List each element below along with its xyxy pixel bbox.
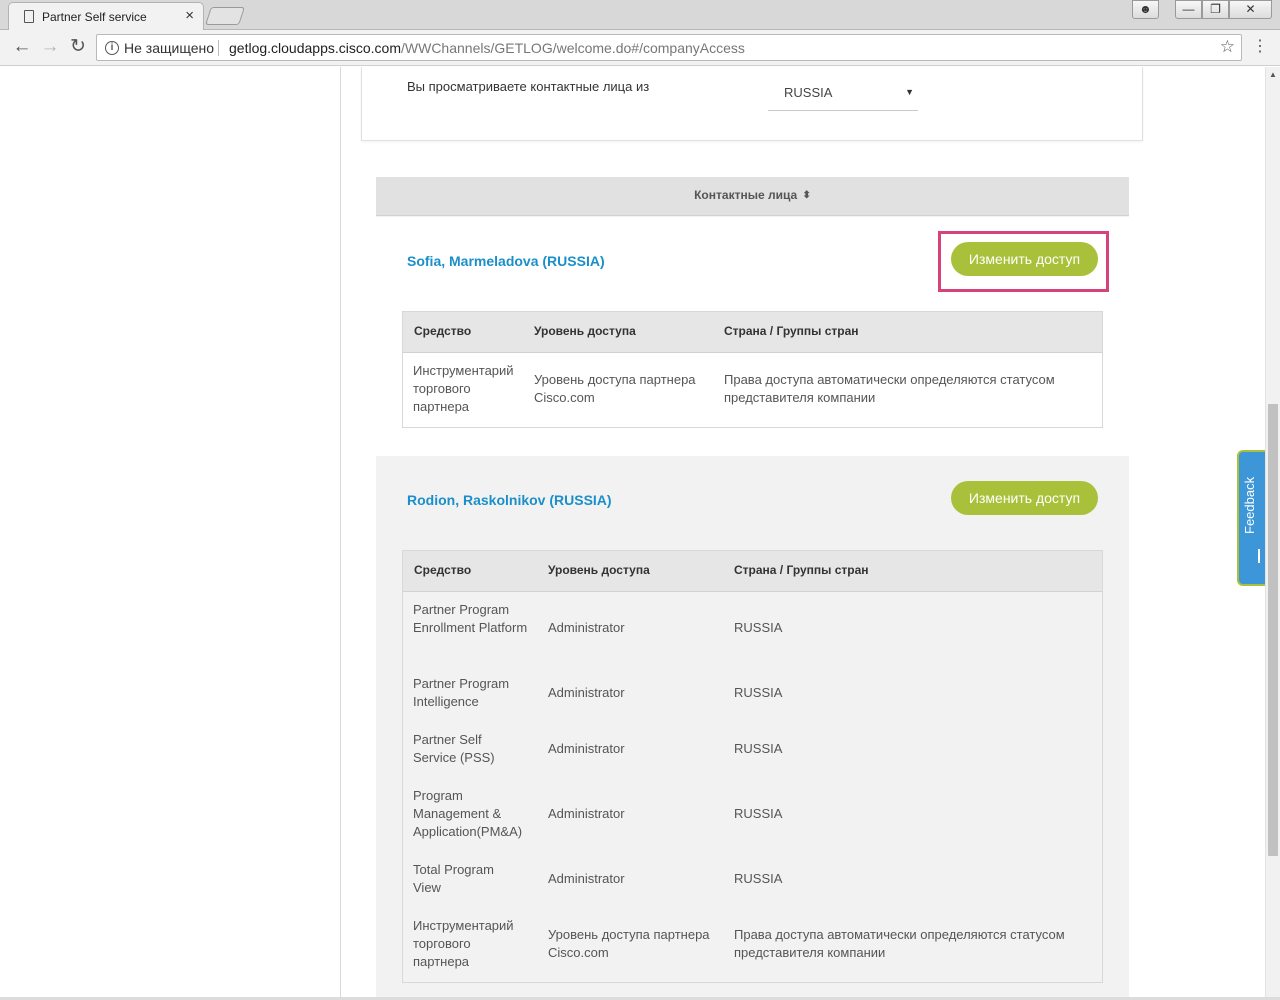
cell-level: Administrator <box>548 620 625 635</box>
sort-icon[interactable]: ⬍ <box>803 190 811 201</box>
window-controls: ☻ — ❐ ✕ <box>1132 0 1272 20</box>
feedback-label: Feedback <box>1242 476 1257 534</box>
column-header-country: Страна / Группы стран <box>724 324 859 338</box>
column-header-country: Страна / Группы стран <box>734 563 869 577</box>
contact-card: Sofia, Marmeladova (RUSSIA) Изменить дос… <box>376 217 1129 456</box>
page-content: Вы просматриваете контактные лица из RUS… <box>0 67 1280 997</box>
scroll-thumb[interactable] <box>1268 404 1278 856</box>
url-path: /WWChannels/GETLOG/welcome.do#/companyAc… <box>401 40 745 56</box>
cell-tool: Partner Program Enrollment Platform <box>413 602 528 635</box>
dropdown-caret-icon: ▼ <box>905 87 914 97</box>
new-tab-button[interactable] <box>205 7 245 25</box>
contacts-header-label: Контактные лица ⬍ <box>694 188 811 202</box>
country-select[interactable]: RUSSIA ▼ <box>768 81 918 111</box>
reload-icon[interactable]: ↻ <box>66 35 90 59</box>
window-close-icon[interactable]: ✕ <box>1229 0 1272 19</box>
back-arrow-icon[interactable]: ← <box>10 35 34 59</box>
feedback-tab[interactable]: Feedback <box>1237 450 1265 586</box>
cell-level: Уровень доступа партнера Cisco.com <box>534 372 696 405</box>
table-row: Partner Self Service (PSS) Administrator… <box>403 722 1102 778</box>
column-header-tool: Средство <box>414 563 472 577</box>
bookmark-star-icon[interactable]: ☆ <box>1220 37 1235 57</box>
column-header-level: Уровень доступа <box>534 324 636 338</box>
address-divider <box>218 40 219 56</box>
cell-country: RUSSIA <box>734 871 783 886</box>
change-access-button[interactable]: Изменить доступ <box>951 481 1098 515</box>
country-selector-card: Вы просматриваете контактные лица из RUS… <box>361 67 1143 141</box>
country-select-value: RUSSIA <box>784 85 833 100</box>
scroll-up-arrow-icon[interactable]: ▲ <box>1269 70 1277 79</box>
contact-name-link[interactable]: Sofia, Marmeladova (RUSSIA) <box>407 253 605 269</box>
table-header-row: Средство Уровень доступа Страна / Группы… <box>403 551 1102 592</box>
table-row: Partner Program Intelligence Administrat… <box>403 666 1102 722</box>
cell-tool: Program Management & Application(PM&A) <box>413 788 523 839</box>
cell-level: Уровень доступа партнера Cisco.com <box>548 927 710 960</box>
cell-tool: Partner Program Intelligence <box>413 676 510 709</box>
table-row: Program Management & Application(PM&A) A… <box>403 778 1102 852</box>
table-row: Partner Program Enrollment Platform Admi… <box>403 592 1102 666</box>
url-text[interactable]: getlog.cloudapps.cisco.com/WWChannels/GE… <box>229 40 745 56</box>
contacts-section: Контактные лица ⬍ Sofia, Marmeladova (RU… <box>376 177 1129 997</box>
info-icon[interactable]: i <box>105 41 119 55</box>
browser-tab-strip: Partner Self service × ☻ — ❐ ✕ <box>0 0 1280 30</box>
access-table: Средство Уровень доступа Страна / Группы… <box>402 311 1103 428</box>
page-scrollbar[interactable]: ▲ <box>1265 67 1280 997</box>
access-table: Средство Уровень доступа Страна / Группы… <box>402 550 1103 983</box>
table-row: Инструментарий торгового партнера Уровен… <box>403 353 1102 427</box>
cell-tool: Инструментарий торгового партнера <box>413 918 514 969</box>
contacts-header-text: Контактные лица <box>694 188 798 202</box>
page-icon <box>24 10 34 23</box>
left-panel-divider <box>340 67 341 997</box>
cell-tool: Total Program View <box>413 862 494 895</box>
column-header-tool: Средство <box>414 324 472 338</box>
cell-country: RUSSIA <box>734 685 783 700</box>
forward-arrow-icon[interactable]: → <box>38 35 62 59</box>
column-header-level: Уровень доступа <box>548 563 650 577</box>
cell-country: RUSSIA <box>734 741 783 756</box>
cell-country: RUSSIA <box>734 620 783 635</box>
tab-title: Partner Self service <box>42 10 147 24</box>
feedback-marker <box>1258 549 1260 563</box>
cell-country: RUSSIA <box>734 806 783 821</box>
contact-card: Rodion, Raskolnikov (RUSSIA) Изменить до… <box>376 456 1129 997</box>
cell-level: Administrator <box>548 806 625 821</box>
cell-tool: Инструментарий торгового партнера <box>413 363 514 414</box>
restore-icon[interactable]: ❐ <box>1202 0 1229 19</box>
change-access-button[interactable]: Изменить доступ <box>951 242 1098 276</box>
table-header-row: Средство Уровень доступа Страна / Группы… <box>403 312 1102 353</box>
security-status: Не защищено <box>124 40 214 56</box>
cell-country: Права доступа автоматически определяются… <box>724 372 1055 405</box>
country-selector-label: Вы просматриваете контактные лица из <box>407 79 650 94</box>
contact-name-link[interactable]: Rodion, Raskolnikov (RUSSIA) <box>407 492 612 508</box>
browser-menu-icon[interactable]: ⋮ <box>1252 36 1268 56</box>
cell-level: Administrator <box>548 741 625 756</box>
cell-level: Administrator <box>548 871 625 886</box>
cell-tool: Partner Self Service (PSS) <box>413 732 495 765</box>
profile-icon[interactable]: ☻ <box>1132 0 1159 19</box>
browser-tab[interactable]: Partner Self service × <box>8 2 204 30</box>
contacts-header[interactable]: Контактные лица ⬍ <box>376 177 1129 216</box>
url-host: getlog.cloudapps.cisco.com <box>229 40 401 56</box>
table-row: Инструментарий торгового партнера Уровен… <box>403 908 1102 982</box>
cell-level: Administrator <box>548 685 625 700</box>
address-bar[interactable]: i Не защищено getlog.cloudapps.cisco.com… <box>96 34 1242 61</box>
minimize-icon[interactable]: — <box>1175 0 1202 19</box>
cell-country: Права доступа автоматически определяются… <box>734 927 1065 960</box>
browser-toolbar: ← → ↻ i Не защищено getlog.cloudapps.cis… <box>0 30 1280 66</box>
tab-close-icon[interactable]: × <box>185 8 194 23</box>
table-row: Total Program View Administrator RUSSIA <box>403 852 1102 908</box>
